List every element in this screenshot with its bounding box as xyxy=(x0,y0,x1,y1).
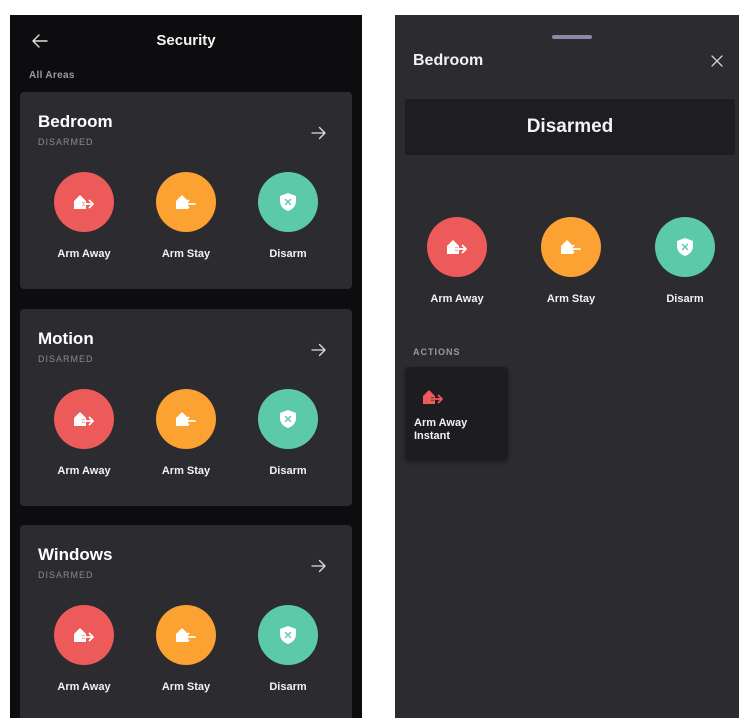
open-area-button[interactable] xyxy=(310,341,328,359)
area-status: DISARMED xyxy=(38,354,94,364)
open-area-button[interactable] xyxy=(310,557,328,575)
arm-away-button[interactable]: Arm Away xyxy=(44,172,124,264)
arm-away-icon xyxy=(74,195,94,209)
disarm-button[interactable]: Disarm xyxy=(248,605,328,697)
arm-away-label: Arm Away xyxy=(57,681,111,693)
arm-away-circle xyxy=(54,389,114,449)
disarm-shield-icon xyxy=(280,626,296,644)
arm-stay-circle xyxy=(156,172,216,232)
area-name: Motion xyxy=(38,329,94,348)
disarm-circle xyxy=(655,217,715,277)
arm-stay-button[interactable]: Arm Stay xyxy=(531,217,611,309)
arrow-right-icon xyxy=(311,343,326,357)
close-icon xyxy=(711,55,723,67)
area-detail-sheet: Bedroom Disarmed Arm Away Arm Stay Disar… xyxy=(395,15,739,718)
arm-state-display: Disarmed xyxy=(405,99,735,155)
arm-away-circle xyxy=(54,605,114,665)
section-label-all-areas: All Areas xyxy=(29,70,75,81)
area-card-motion: Motion DISARMED Arm Away Arm Stay Disarm xyxy=(20,309,352,506)
close-button[interactable] xyxy=(709,53,725,69)
arm-away-button[interactable]: Arm Away xyxy=(44,605,124,697)
drag-handle[interactable] xyxy=(552,35,592,39)
arm-away-icon xyxy=(74,412,94,426)
disarm-button[interactable]: Disarm xyxy=(248,389,328,481)
arm-away-button[interactable]: Arm Away xyxy=(417,217,497,309)
arm-stay-label: Arm Stay xyxy=(161,681,211,693)
action-label: Arm Away Instant xyxy=(414,417,468,442)
arm-away-circle xyxy=(54,172,114,232)
arrow-right-icon xyxy=(311,126,326,140)
arm-stay-icon xyxy=(176,412,196,426)
arm-stay-circle xyxy=(541,217,601,277)
arm-away-icon xyxy=(447,240,467,254)
disarm-label: Disarm xyxy=(269,681,307,693)
arm-away-circle xyxy=(427,217,487,277)
arm-away-instant-icon xyxy=(423,390,443,404)
area-card-bedroom: Bedroom DISARMED Arm Away Arm Stay Disar… xyxy=(20,92,352,289)
disarm-button[interactable]: Disarm xyxy=(645,217,725,309)
arm-stay-icon xyxy=(176,628,196,642)
sheet-title: Bedroom xyxy=(413,52,484,69)
arm-stay-button[interactable]: Arm Stay xyxy=(146,389,226,481)
page-title: Security xyxy=(156,32,216,49)
disarm-circle xyxy=(258,172,318,232)
area-status: DISARMED xyxy=(38,570,94,580)
area-card-windows: Windows DISARMED Arm Away Arm Stay Disar… xyxy=(20,525,352,718)
arm-stay-icon xyxy=(176,195,196,209)
area-name: Bedroom xyxy=(38,112,113,131)
arm-stay-circle xyxy=(156,605,216,665)
disarm-button[interactable]: Disarm xyxy=(248,172,328,264)
actions-section-label: ACTIONS xyxy=(413,347,461,357)
area-status: DISARMED xyxy=(38,137,94,147)
arm-away-button[interactable]: Arm Away xyxy=(44,389,124,481)
area-name: Windows xyxy=(38,545,113,564)
arm-away-instant-action[interactable]: Arm Away Instant xyxy=(405,367,508,460)
disarm-circle xyxy=(258,389,318,449)
disarm-shield-icon xyxy=(677,238,693,256)
disarm-label: Disarm xyxy=(269,248,307,260)
disarm-label: Disarm xyxy=(666,293,704,305)
arm-stay-icon xyxy=(561,240,581,254)
arm-away-label: Arm Away xyxy=(57,465,111,477)
disarm-shield-icon xyxy=(280,410,296,428)
arm-away-label: Arm Away xyxy=(57,248,111,260)
arm-stay-button[interactable]: Arm Stay xyxy=(146,605,226,697)
arm-stay-button[interactable]: Arm Stay xyxy=(146,172,226,264)
arm-stay-circle xyxy=(156,389,216,449)
security-screen: Security All Areas Bedroom DISARMED Arm … xyxy=(10,15,362,718)
open-area-button[interactable] xyxy=(310,124,328,142)
arm-away-label: Arm Away xyxy=(430,293,484,305)
arm-stay-label: Arm Stay xyxy=(161,465,211,477)
arm-state-text: Disarmed xyxy=(526,116,614,137)
disarm-circle xyxy=(258,605,318,665)
disarm-shield-icon xyxy=(280,193,296,211)
arm-stay-label: Arm Stay xyxy=(161,248,211,260)
arm-away-icon xyxy=(74,628,94,642)
header: Security xyxy=(10,15,362,67)
disarm-label: Disarm xyxy=(269,465,307,477)
arrow-right-icon xyxy=(311,559,326,573)
arm-stay-label: Arm Stay xyxy=(546,293,596,305)
